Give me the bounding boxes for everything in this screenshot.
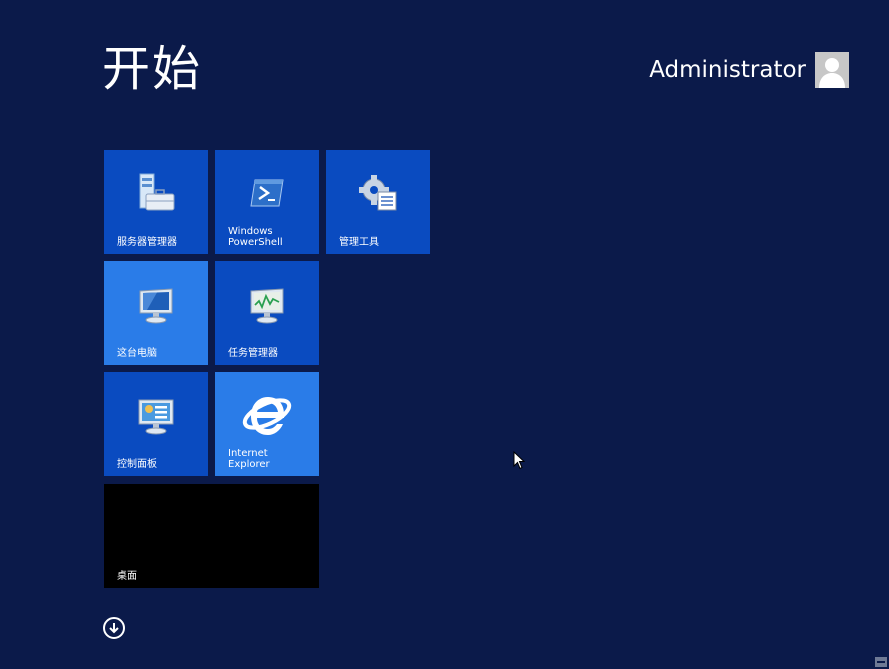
- all-apps-button[interactable]: [103, 617, 125, 639]
- this-pc-icon: [132, 281, 180, 329]
- task-manager-icon: [243, 281, 291, 329]
- tile-internet-explorer[interactable]: Internet Explorer: [215, 372, 319, 476]
- tile-label: 任务管理器: [228, 348, 278, 359]
- tile-label: 管理工具: [339, 237, 379, 248]
- tile-control-panel[interactable]: 控制面板: [104, 372, 208, 476]
- tile-label: Internet Explorer: [228, 448, 270, 470]
- control-panel-icon: [132, 392, 180, 440]
- mouse-cursor-icon: [513, 450, 526, 470]
- powershell-icon: [243, 170, 291, 218]
- tile-server-manager[interactable]: 服务器管理器: [104, 150, 208, 254]
- tile-label: 这台电脑: [117, 348, 157, 359]
- tile-this-pc[interactable]: 这台电脑: [104, 261, 208, 365]
- user-name-label: Administrator: [649, 57, 806, 83]
- tile-desktop[interactable]: 桌面: [104, 484, 319, 588]
- internet-explorer-icon: [241, 388, 293, 440]
- tile-label: 服务器管理器: [117, 237, 177, 248]
- tile-administrative-tools[interactable]: 管理工具: [326, 150, 430, 254]
- tile-windows-powershell[interactable]: Windows PowerShell: [215, 150, 319, 254]
- user-avatar-icon: [815, 52, 849, 88]
- tile-task-manager[interactable]: 任务管理器: [215, 261, 319, 365]
- administrative-tools-icon: [354, 170, 402, 218]
- user-account-button[interactable]: Administrator: [649, 52, 849, 88]
- start-screen-title: 开始: [102, 41, 203, 97]
- server-manager-icon: [132, 170, 180, 218]
- zoom-out-button[interactable]: [875, 657, 887, 667]
- tile-label: Windows PowerShell: [228, 226, 283, 248]
- tile-label: 控制面板: [117, 459, 157, 470]
- tile-label: 桌面: [117, 571, 137, 582]
- arrow-down-icon: [109, 623, 119, 634]
